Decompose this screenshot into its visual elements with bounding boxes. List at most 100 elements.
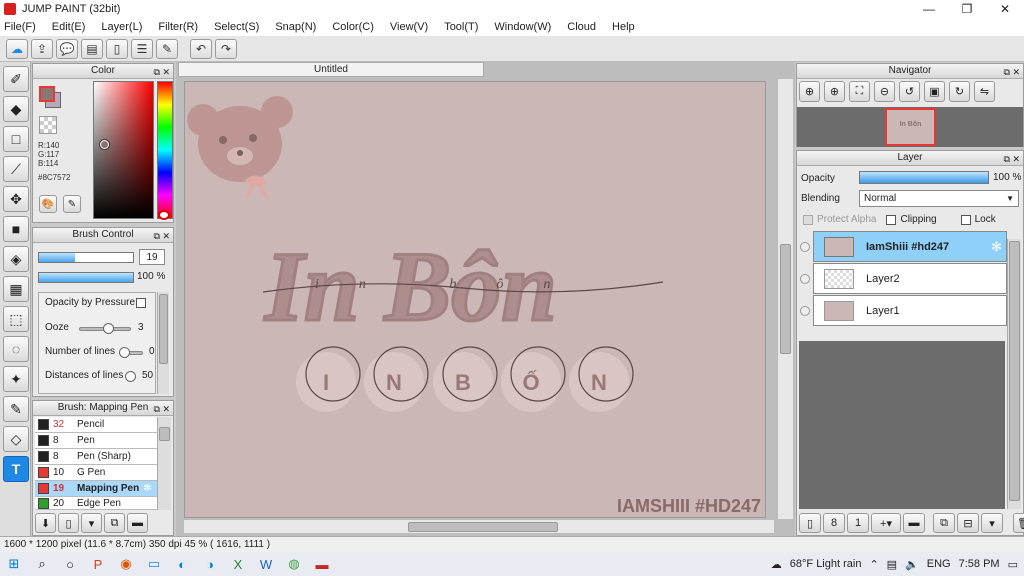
gear-icon[interactable]: ✻ (991, 239, 1002, 255)
saturation-value-picker[interactable] (93, 81, 154, 219)
select-pen-icon[interactable]: ✎ (3, 396, 29, 422)
merge-layer-icon[interactable]: ⊟ (957, 513, 979, 533)
monitor-icon[interactable]: ▭ (140, 552, 168, 576)
flip-icon[interactable]: ⇋ (974, 81, 995, 102)
lasso-icon[interactable]: ◌ (3, 336, 29, 362)
chrome-red-icon[interactable]: ◉ (112, 552, 140, 576)
transparent-swatch[interactable] (39, 116, 57, 134)
clock[interactable]: 7:58 PM (959, 558, 1000, 570)
edge-icon[interactable]: ◐ (168, 552, 196, 576)
ooze-knob[interactable] (103, 323, 114, 334)
menu-cloud[interactable]: Cloud (567, 21, 596, 33)
brush-list-scrollbar[interactable] (157, 417, 171, 510)
jump-paint-taskbar-icon[interactable]: ▬ (308, 552, 336, 576)
layer-row[interactable]: Layer1 (813, 295, 1007, 326)
opacity-by-pressure-checkbox[interactable] (136, 298, 146, 308)
reset-view-icon[interactable]: ▣ (924, 81, 945, 102)
brush-size-value[interactable]: 19 (139, 249, 165, 265)
lock-checkbox[interactable] (960, 214, 971, 225)
notification-icon[interactable]: ▭ (1008, 558, 1018, 571)
layer-visibility-icon[interactable] (800, 274, 810, 284)
palette-icon[interactable]: 🎨 (39, 195, 57, 213)
document-tab[interactable]: Untitled (178, 62, 484, 77)
magic-wand-icon[interactable]: ✦ (3, 366, 29, 392)
rotate-right-icon[interactable]: ↻ (949, 81, 970, 102)
trash-icon[interactable]: 🗑 (1013, 513, 1024, 533)
new-brush-icon[interactable]: ▯ (58, 513, 79, 533)
layer-visibility-icon[interactable] (800, 242, 810, 252)
fill-rect-icon[interactable]: ■ (3, 216, 29, 242)
protect-alpha-checkbox[interactable] (803, 214, 813, 225)
brush-item-selected[interactable]: 19 Mapping Pen ✻ (35, 481, 157, 497)
menu-tool[interactable]: Tool(T) (444, 21, 478, 33)
panel-close-icon[interactable]: ⧉ ✕ (154, 65, 170, 79)
undo-icon[interactable]: ↶ (190, 38, 212, 59)
browser-icon[interactable]: ◑ (196, 552, 224, 576)
menu-layer[interactable]: Layer(L) (101, 21, 142, 33)
menu-filter[interactable]: Filter(R) (158, 21, 198, 33)
sv-marker[interactable] (100, 140, 109, 149)
brush-download-icon[interactable]: ⬇ (35, 513, 56, 533)
panel-close-icon[interactable]: ⧉ ✕ (154, 229, 170, 243)
layer-menu-icon[interactable]: ▾ (981, 513, 1003, 533)
canvas-horizontal-scrollbar[interactable] (184, 519, 774, 533)
gradient-icon[interactable]: ▦ (3, 276, 29, 302)
move-icon[interactable]: ✥ (3, 186, 29, 212)
brush-folder-icon[interactable]: ▬ (127, 513, 148, 533)
line-icon[interactable]: ⟋ (3, 156, 29, 182)
weather-text[interactable]: 68°F Light rain (790, 558, 862, 570)
excel-icon[interactable]: X (224, 552, 252, 576)
redo-icon[interactable]: ↷ (215, 38, 237, 59)
menu-file[interactable]: File(F) (4, 21, 36, 33)
layer-scroll-thumb[interactable] (1009, 241, 1020, 501)
rotate-left-icon[interactable]: ↺ (899, 81, 920, 102)
rectangle-icon[interactable]: □ (3, 126, 29, 152)
menu-color[interactable]: Color(C) (332, 21, 374, 33)
drawing-canvas[interactable]: In Bôn in bôn I N B Ố N IAMSHIII #HD247 (184, 81, 766, 518)
brush-control-scrollbar[interactable] (157, 292, 169, 394)
menu-edit[interactable]: Edit(E) (52, 21, 86, 33)
menu-view[interactable]: View(V) (390, 21, 428, 33)
distances-knob[interactable] (125, 371, 136, 382)
brush-menu-icon[interactable]: ▾ (81, 513, 102, 533)
brush-icon[interactable]: ✐ (3, 66, 29, 92)
menu-window[interactable]: Window(W) (494, 21, 551, 33)
eraser-icon[interactable]: ◆ (3, 96, 29, 122)
duplicate-layer-icon[interactable]: ⧉ (933, 513, 955, 533)
copy-brush-icon[interactable]: ⧉ (104, 513, 125, 533)
select-icon[interactable]: ⬚ (3, 306, 29, 332)
blending-select[interactable]: Normal ▼ (859, 190, 1019, 207)
windows-start-icon[interactable]: ⊞ (0, 552, 28, 576)
layer-row-selected[interactable]: IamShiii #hd247 ✻ (813, 231, 1007, 262)
brush-opacity-slider[interactable] (38, 272, 134, 283)
navigator-thumbnail[interactable]: In Bôn (885, 108, 936, 146)
brush-item[interactable]: 10 G Pen (35, 465, 157, 481)
close-button[interactable]: ✕ (986, 0, 1024, 18)
menu-help[interactable]: Help (612, 21, 635, 33)
add-layer-menu-icon[interactable]: +▾ (871, 513, 901, 533)
canvas-art[interactable]: In Bôn in bôn I N B Ố N IAMSHIII #HD247 (185, 82, 766, 518)
zoom-out-icon[interactable]: ⊖ (874, 81, 895, 102)
chrome-icon[interactable]: ◍ (280, 552, 308, 576)
panel-close-icon[interactable]: ⧉ ✕ (1004, 65, 1020, 79)
layer-folder-icon[interactable]: ▬ (903, 513, 925, 533)
message-icon[interactable]: ▤ (81, 38, 103, 59)
layer-row[interactable]: Layer2 (813, 263, 1007, 294)
layer-opacity-slider[interactable] (859, 171, 989, 184)
edit-icon[interactable]: ✎ (156, 38, 178, 59)
canvas-vertical-scrollbar[interactable] (777, 79, 793, 519)
network-icon[interactable]: ▤ (887, 558, 897, 571)
layer-scrollbar[interactable] (1007, 239, 1021, 509)
brush-list-scroll-thumb[interactable] (159, 427, 170, 441)
brush-item[interactable]: 32 Pencil (35, 417, 157, 433)
layer-visibility-icon[interactable] (800, 306, 810, 316)
brush-item[interactable]: 8 Pen (Sharp) (35, 449, 157, 465)
panel-close-icon[interactable]: ⧉ ✕ (1004, 152, 1020, 166)
minimize-button[interactable]: — (910, 0, 948, 18)
new-layer-1bit-icon[interactable]: 1 (847, 513, 869, 533)
panel-close-icon[interactable]: ⧉ ✕ (154, 402, 170, 416)
menu-select[interactable]: Select(S) (214, 21, 259, 33)
brush-item[interactable]: 20 Edge Pen (35, 497, 157, 510)
number-of-lines-knob[interactable] (119, 347, 130, 358)
new-layer-icon[interactable]: ▯ (799, 513, 821, 533)
